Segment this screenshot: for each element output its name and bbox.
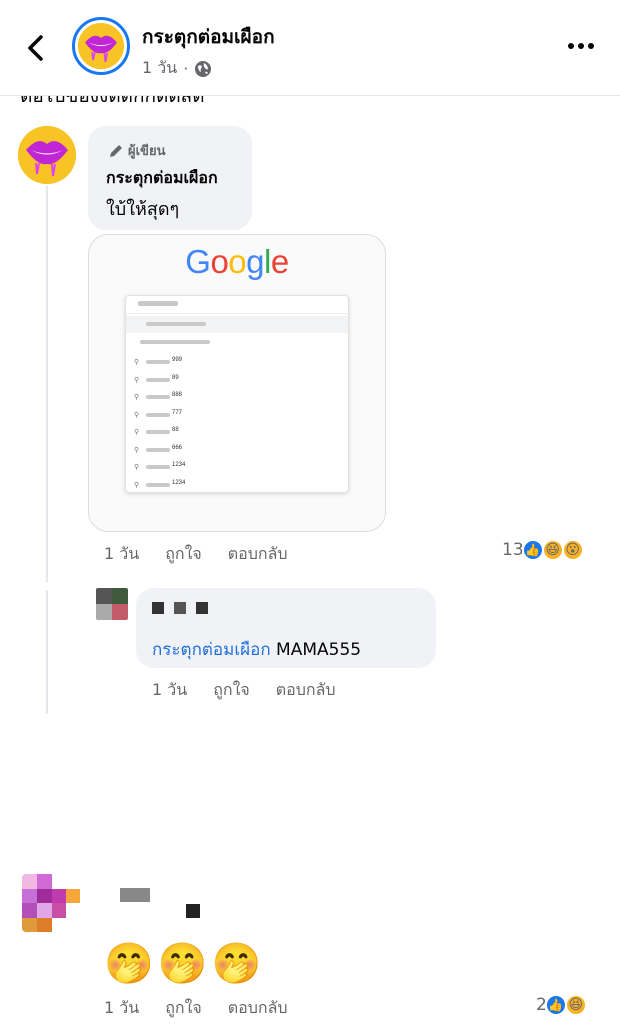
pencil-icon (110, 144, 122, 157)
reply-text: กระตุกต่อมเผือก MAMA555 (152, 636, 361, 663)
reply-author-name-blurred[interactable] (152, 602, 208, 620)
meta-separator: · (183, 59, 189, 78)
face-with-hand-over-mouth-icon: 🤭 (211, 941, 262, 987)
reply-body: MAMA555 (276, 640, 362, 660)
mention-link[interactable]: กระตุกต่อมเผือก (152, 640, 271, 660)
comment-actions: 1 วัน ถูกใจ ตอบกลับ (104, 996, 288, 1021)
like-reaction-icon: 👍 (544, 994, 567, 1016)
comment-actions: 1 วัน ถูกใจ ตอบกลับ (104, 542, 288, 567)
suggestion-suffix: 1234 (172, 462, 186, 468)
suggestion-suffix: 666 (172, 444, 183, 451)
comment-avatar-blurred[interactable] (22, 874, 80, 932)
like-button[interactable]: ถูกใจ (165, 996, 202, 1021)
like-button[interactable]: ถูกใจ (165, 542, 202, 567)
google-logo: Google (185, 243, 289, 280)
search-suggestions-panel: ⚲ 999 ⚲ 89 ⚲ 888 ⚲ 777 ⚲ 88 ⚲ 666 ⚲ 1234 ⚲ 1234 (125, 295, 349, 493)
wow-reaction-icon: 😮 (561, 539, 584, 561)
lips-logo-icon (18, 126, 76, 184)
chevron-left-icon (28, 35, 43, 61)
post-header: กระตุกต่อมเผือก 1 วัน · (0, 0, 620, 96)
thread-line (46, 590, 48, 714)
comment-time: 1 วัน (104, 998, 140, 1017)
suggestion-suffix: 777 (172, 409, 183, 416)
reply-avatar-blurred[interactable] (96, 588, 128, 620)
search-icon: ⚲ (134, 446, 140, 454)
suggestion-suffix: 999 (172, 357, 183, 363)
search-suggestion: ⚲ 666 (126, 442, 348, 459)
search-suggestion: ⚲ 777 (126, 407, 348, 424)
reaction-summary[interactable]: 13 👍 😆 😮 (502, 539, 584, 561)
post-meta: 1 วัน · (142, 56, 212, 81)
comment-avatar[interactable] (18, 126, 76, 184)
search-suggestion: ⚲ 1234 (126, 459, 348, 476)
like-reaction-icon: 👍 (521, 539, 544, 561)
reply-button[interactable]: ตอบกลับ (228, 542, 288, 567)
reaction-count: 13 (502, 540, 524, 560)
comment-text: ใบ้ให้สุดๆ (106, 199, 180, 220)
reply-button[interactable]: ตอบกลับ (228, 996, 288, 1021)
globe-icon (195, 60, 212, 77)
reply-button[interactable]: ตอบกลับ (276, 678, 336, 703)
haha-reaction-icon: 😆 (564, 994, 587, 1016)
search-icon: ⚲ (134, 411, 140, 419)
search-box (126, 296, 348, 314)
search-suggestion: ⚲ 89 (126, 372, 348, 389)
search-suggestion: ⚲ 1234 (126, 477, 348, 494)
comment-author-name[interactable]: กระตุกต่อมเผือก (106, 166, 218, 191)
search-suggestion: ⚲ 88 (126, 424, 348, 441)
search-icon: ⚲ (134, 481, 140, 489)
search-icon: ⚲ (134, 429, 140, 436)
suggestion-suffix: 1234 (172, 479, 186, 486)
page-name[interactable]: กระตุกต่อมเผือก (142, 22, 275, 52)
emoji-comment: 🤭 🤭 🤭 (104, 940, 261, 988)
reply-time: 1 วัน (152, 680, 188, 699)
reply-actions: 1 วัน ถูกใจ ตอบกลับ (152, 678, 336, 703)
suggestion-suffix: 89 (172, 374, 179, 381)
haha-reaction-icon: 😆 (541, 539, 564, 561)
like-button[interactable]: ถูกใจ (213, 678, 250, 703)
face-with-hand-over-mouth-icon: 🤭 (104, 941, 154, 987)
page-avatar[interactable] (72, 17, 130, 75)
search-icon: ⚲ (134, 359, 140, 366)
author-badge: ผู้เขียน (108, 140, 165, 161)
suggestion-suffix: 88 (172, 427, 179, 433)
comment-image[interactable]: Google ⚲ 999 ⚲ 89 ⚲ 888 ⚲ 777 ⚲ 88 ⚲ 666 ⚲ 1234 ⚲ 1234 (88, 234, 386, 532)
search-suggestion: ⚲ 888 (126, 389, 348, 406)
comment-author-name-blurred[interactable] (120, 888, 200, 918)
thread-line (46, 186, 48, 582)
face-with-hand-over-mouth-icon: 🤭 (157, 941, 208, 987)
more-horizontal-icon (568, 43, 574, 49)
suggestion-suffix: 888 (172, 392, 183, 398)
search-icon: ⚲ (134, 464, 140, 471)
comment-time: 1 วัน (104, 544, 140, 563)
search-icon: ⚲ (134, 376, 140, 384)
post-time: 1 วัน (142, 58, 178, 77)
search-icon: ⚲ (134, 394, 140, 401)
search-suggestion: ⚲ 999 (126, 354, 348, 371)
lips-logo-icon (78, 23, 124, 69)
reaction-summary[interactable]: 2 👍 😆 (536, 994, 587, 1016)
back-button[interactable] (22, 30, 50, 66)
more-options-button[interactable] (568, 36, 598, 56)
